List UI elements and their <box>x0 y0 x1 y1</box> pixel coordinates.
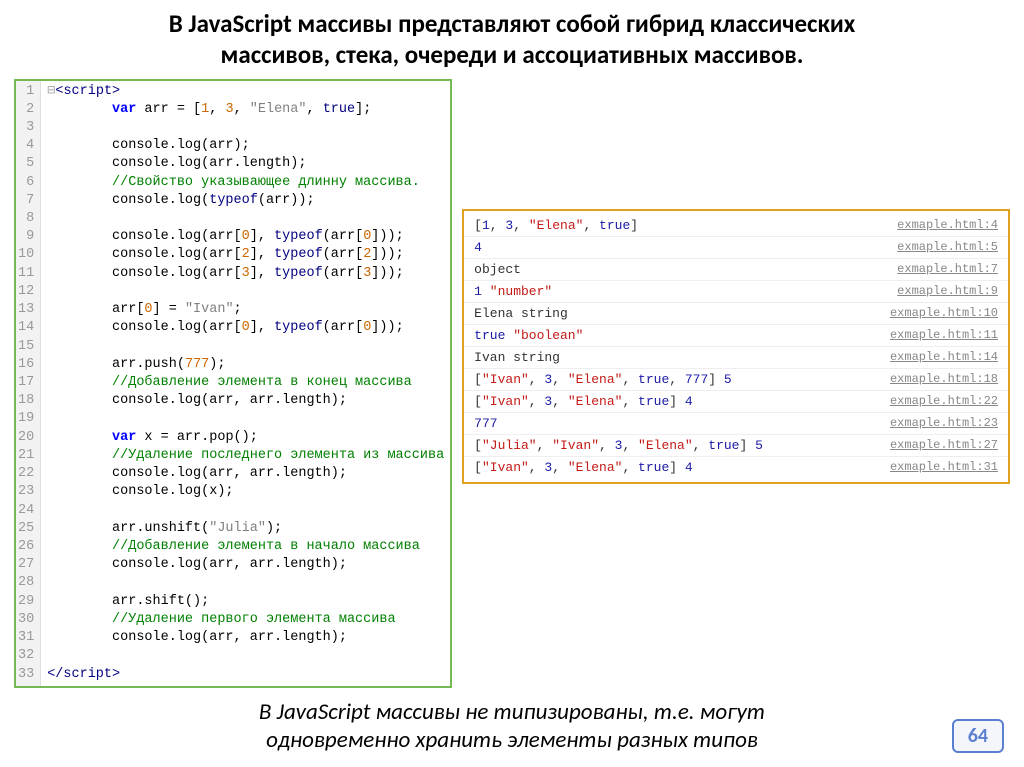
console-source-link[interactable]: exmaple.html:23 <box>890 416 998 431</box>
console-output: true "boolean" <box>474 328 583 343</box>
console-row: 777 exmaple.html:23 <box>464 412 1008 434</box>
console-source-link[interactable]: exmaple.html:27 <box>890 438 998 453</box>
line-number-gutter: 1 2 3 4 5 6 7 8 9 10 11 12 13 14 15 16 1… <box>16 81 41 686</box>
slide-footer: В JavaScript массивы не типизированы, т.… <box>14 698 1010 756</box>
title-line2: массивов, стека, очереди и ассоциативных… <box>221 39 804 70</box>
console-row: ["Ivan", 3, "Elena", true, 777] 5 exmaple… <box>464 368 1008 390</box>
console-output: 777 <box>474 416 497 431</box>
console-output: ["Ivan", 3, "Elena", true] 4 <box>474 394 693 409</box>
console-output: [1, 3, "Elena", true] <box>474 218 638 233</box>
footer-line2: одновременно хранить элементы разных тип… <box>266 726 758 754</box>
console-source-link[interactable]: exmaple.html:10 <box>890 306 998 321</box>
console-source-link[interactable]: exmaple.html:7 <box>897 262 998 277</box>
console-output-panel: [1, 3, "Elena", true] exmaple.html:4 4 exma… <box>462 209 1010 484</box>
title-line1: В JavaScript массивы представляют собой … <box>169 8 856 39</box>
page-number-badge: 64 <box>952 719 1004 753</box>
code-body: ⊟<script> var arr = [1, 3, "Elena", true… <box>41 81 450 686</box>
console-output: ["Julia", "Ivan", 3, "Elena", true] 5 <box>474 438 763 453</box>
slide-title: В JavaScript массивы представляют собой … <box>14 8 1010 71</box>
console-output: 4 <box>474 240 482 255</box>
console-row: object exmaple.html:7 <box>464 258 1008 280</box>
console-row: Ivan string exmaple.html:14 <box>464 346 1008 368</box>
code-editor-panel: 1 2 3 4 5 6 7 8 9 10 11 12 13 14 15 16 1… <box>14 79 452 688</box>
content-row: 1 2 3 4 5 6 7 8 9 10 11 12 13 14 15 16 1… <box>14 79 1010 688</box>
console-output: ["Ivan", 3, "Elena", true, 777] 5 <box>474 372 732 387</box>
console-source-link[interactable]: exmaple.html:9 <box>897 284 998 299</box>
console-source-link[interactable]: exmaple.html:11 <box>890 328 998 343</box>
console-output: 1 "number" <box>474 284 552 299</box>
console-row: 1 "number" exmaple.html:9 <box>464 280 1008 302</box>
console-row: 4 exmaple.html:5 <box>464 236 1008 258</box>
console-row: ["Julia", "Ivan", 3, "Elena", true] 5 exm… <box>464 434 1008 456</box>
console-row: ["Ivan", 3, "Elena", true] 4 exmaple.html… <box>464 456 1008 478</box>
console-source-link[interactable]: exmaple.html:18 <box>890 372 998 387</box>
console-output: Ivan string <box>474 350 560 365</box>
console-source-link[interactable]: exmaple.html:4 <box>897 218 998 233</box>
console-source-link[interactable]: exmaple.html:31 <box>890 460 998 475</box>
console-row: ["Ivan", 3, "Elena", true] 4 exmaple.html… <box>464 390 1008 412</box>
console-row: [1, 3, "Elena", true] exmaple.html:4 <box>464 215 1008 236</box>
footer-line1: В JavaScript массивы не типизированы, т.… <box>259 698 765 726</box>
console-output: ["Ivan", 3, "Elena", true] 4 <box>474 460 693 475</box>
console-row: Elena string exmaple.html:10 <box>464 302 1008 324</box>
console-output: Elena string <box>474 306 568 321</box>
console-row: true "boolean" exmaple.html:11 <box>464 324 1008 346</box>
console-source-link[interactable]: exmaple.html:22 <box>890 394 998 409</box>
console-source-link[interactable]: exmaple.html:14 <box>890 350 998 365</box>
console-source-link[interactable]: exmaple.html:5 <box>897 240 998 255</box>
console-output: object <box>474 262 521 277</box>
